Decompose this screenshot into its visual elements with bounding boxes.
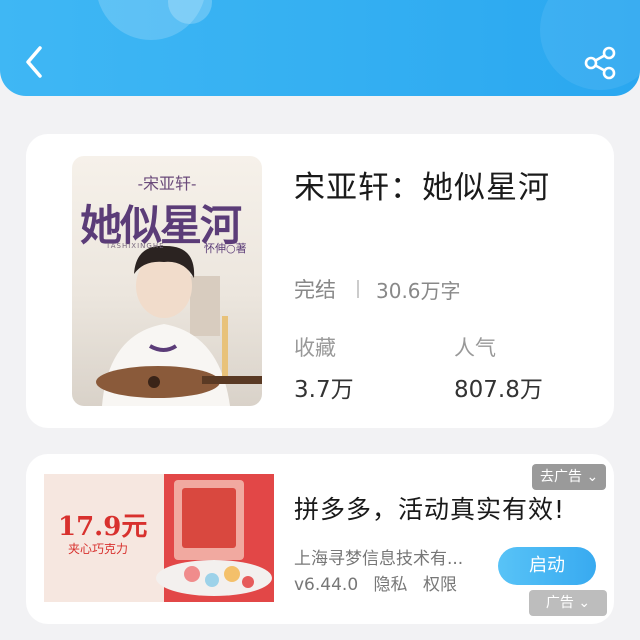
status-divider	[357, 280, 359, 298]
ad-label-tag[interactable]: 广告 ⌄	[529, 590, 607, 616]
cover-author: 怀伸○著	[204, 242, 247, 255]
book-cover[interactable]: -宋亚轩- 她似星河 TASHIXINGHE 怀伸○著	[72, 156, 262, 406]
privacy-link[interactable]: 隐私	[374, 575, 408, 595]
cover-pinyin: TASHIXINGHE	[106, 242, 165, 250]
favorites-label: 收藏	[294, 336, 336, 360]
ad-version: v6.44.0	[294, 575, 359, 595]
chevron-left-icon	[26, 46, 42, 78]
favorites-value: 3.7万	[294, 377, 354, 403]
popularity-label: 人气	[454, 336, 496, 360]
top-bar	[0, 0, 640, 96]
book-status: 完结	[294, 278, 336, 302]
ad-price: 17.9元	[58, 512, 148, 542]
word-count: 30.6万字	[376, 279, 461, 303]
share-icon	[584, 46, 616, 80]
ad-title: 拼多多，活动真实有效!	[294, 495, 566, 524]
share-button[interactable]	[582, 46, 618, 80]
ad-product-name: 夹心巧克力	[68, 542, 129, 556]
popularity-value: 807.8万	[454, 377, 543, 403]
ad-meta: v6.44.0 隐私 权限	[294, 570, 467, 595]
launch-button[interactable]: 启动	[498, 547, 596, 585]
ad-card[interactable]: 17.9元 夹心巧克力 去广告 ⌄ 拼多多，活动真实有效! 上海寻梦信息技术有.…	[26, 454, 614, 624]
permissions-link[interactable]: 权限	[423, 575, 457, 595]
ad-image[interactable]: 17.9元 夹心巧克力	[44, 474, 274, 602]
back-button[interactable]	[20, 44, 52, 80]
cover-subtitle: -宋亚轩-	[137, 174, 197, 193]
book-info-card: -宋亚轩- 她似星河 TASHIXINGHE 怀伸○著 宋亚轩：她似星河 完结 …	[26, 134, 614, 428]
ad-company: 上海寻梦信息技术有...	[294, 549, 464, 569]
book-title: 宋亚轩：她似星河	[294, 170, 550, 206]
remove-ad-button[interactable]: 去广告 ⌄	[532, 464, 607, 490]
